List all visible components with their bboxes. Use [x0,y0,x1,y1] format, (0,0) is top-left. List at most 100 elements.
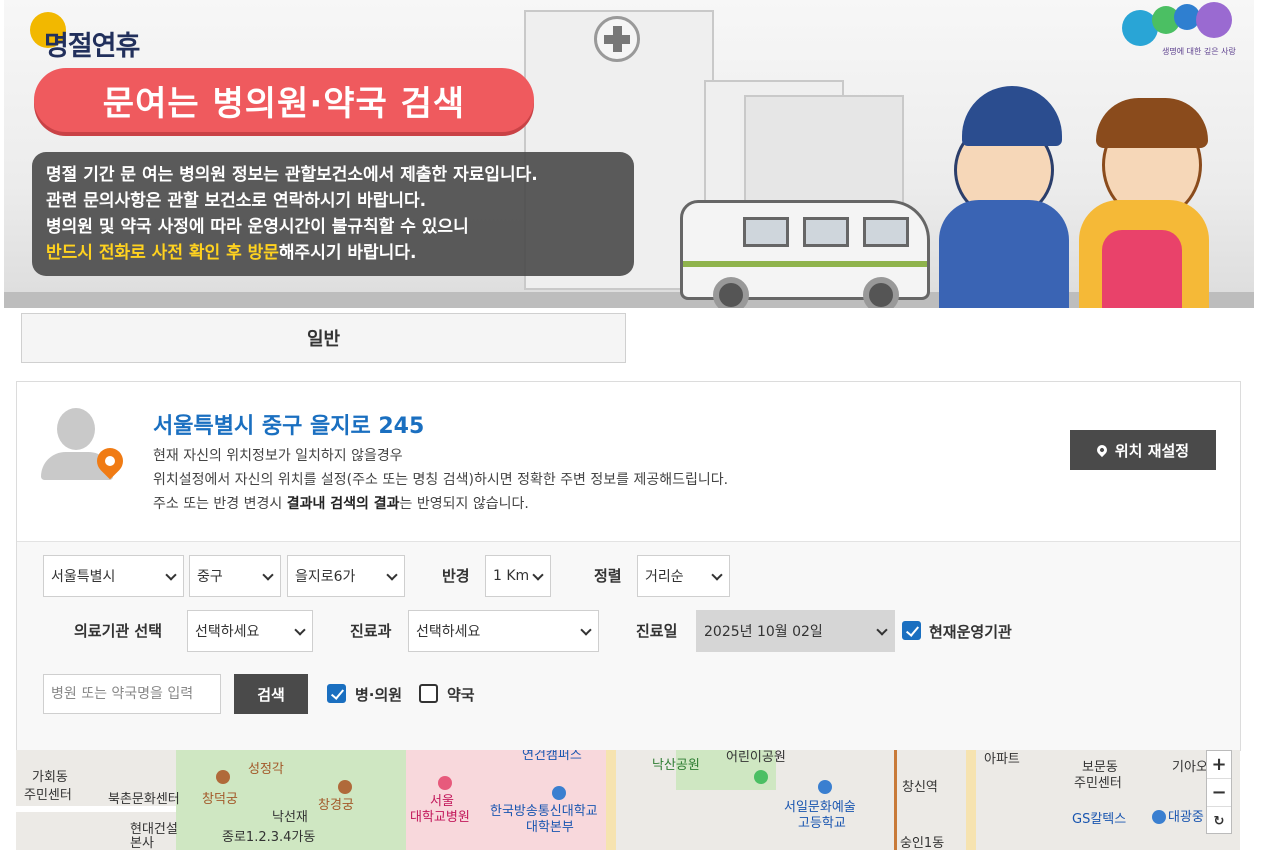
road [966,750,976,850]
district-select-value: 중구 [197,569,223,585]
map-label: 대학본부 [526,820,574,835]
character-girl-skirt-illustration [1102,230,1182,308]
subway-line [894,750,897,850]
dong-select-value: 을지로6가 [295,569,356,585]
institution-select[interactable]: 선택하세요 [187,610,313,652]
egen-logo: 생명에 대한 깊은 사랑 [1122,2,1240,58]
location-info: 서울특별시 중구 을지로 245 현재 자신의 위치정보가 일치하지 않을경우 … [17,382,1240,542]
hospital-cross-icon [594,16,640,62]
map-label: 북촌문화센터 [108,792,180,807]
institution-label: 의료기관 선택 [74,622,163,640]
map-label: 숭인1동 [900,836,945,850]
map-refresh-button[interactable]: ↻ [1207,807,1231,835]
date-label: 진료일 [636,622,678,640]
hospital-checkbox[interactable] [327,684,346,703]
banner: 명절연휴 문여는 병의원·약국 검색 명절 기간 문 여는 병의원 정보는 관할… [4,0,1254,308]
tab-general[interactable]: 일반 [21,313,626,363]
brand-logo: 명절연휴 [44,31,140,62]
map-label: 낙산공원 [652,758,700,773]
gas-station-marker-icon[interactable] [1152,810,1166,824]
palace-marker-icon[interactable] [216,770,230,784]
zoom-in-button[interactable]: + [1207,751,1231,779]
city-select-value: 서울특별시 [51,569,116,585]
school-marker-icon[interactable] [818,780,832,794]
map-label: GS칼텍스 [1072,812,1127,827]
map-label: 연건캠퍼스 [522,750,582,763]
chevron-down-icon [580,624,592,636]
chevron-down-icon [711,569,723,581]
map-pin-icon [1094,442,1109,458]
map-label: 한국방송통신대학교 [490,804,598,819]
map-label: 어린이공원 [726,750,786,765]
institution-select-value: 선택하세요 [195,624,260,640]
character-boy-body-illustration [939,200,1069,308]
notice-highlight: 반드시 전화로 사전 확인 후 방문 [46,243,279,263]
open-now-checkbox[interactable] [902,621,921,640]
chevron-down-icon [386,569,398,581]
hospital-marker-icon[interactable] [438,776,452,790]
reset-location-button[interactable]: 위치 재설정 [1070,430,1216,470]
character-girl-hair-illustration [1096,98,1208,148]
search-input[interactable] [43,674,221,714]
city-select[interactable]: 서울특별시 [43,555,184,597]
notice-line: 명절 기간 문 여는 병의원 정보는 관할보건소에서 제출한 자료입니다. [46,165,538,185]
sort-select[interactable]: 거리순 [637,555,730,597]
sort-label: 정렬 [594,567,622,585]
filter-area: 서울특별시 중구 을지로6가 반경 1 Km 정렬 거리순 의료기관 선택 선택… [17,542,1240,750]
current-address: 서울특별시 중구 을지로 245 [153,414,425,439]
map-label: 서일문화예술 [784,800,856,815]
desc-text: 는 반영되지 않습니다. [399,496,529,512]
map-label: 낙선재 [272,810,308,825]
hospital-label: 병·의원 [355,686,403,704]
date-select-value: 2025년 10월 02일 [704,624,823,640]
search-panel: 서울특별시 중구 을지로 245 현재 자신의 위치정보가 일치하지 않을경우 … [16,381,1241,751]
chevron-down-icon [532,569,544,581]
palace-marker-icon[interactable] [338,780,352,794]
banner-notice: 명절 기간 문 여는 병의원 정보는 관할보건소에서 제출한 자료입니다. 관련… [32,152,634,276]
radius-select-value: 1 Km [493,568,530,584]
location-desc-line: 주소 또는 반경 변경시 결과내 검색의 결과는 반영되지 않습니다. [153,492,728,516]
banner-title-text: 문여는 병의원·약국 검색 [102,83,466,124]
sort-select-value: 거리순 [645,569,684,585]
zoom-out-button[interactable]: − [1207,779,1231,807]
park-marker-icon[interactable] [754,770,768,784]
radius-label: 반경 [442,567,470,585]
school-marker-icon[interactable] [552,786,566,800]
map-view[interactable]: 연건캠퍼스 낙산공원 어린이공원 아파트 보문동 기아오토 가회동 주민센터 북… [16,750,1240,850]
map-label: 창경궁 [318,798,354,813]
map-label: 주민센터 [24,788,72,803]
department-select-value: 선택하세요 [416,624,481,640]
map-label: 종로1.2.3.4가동 [222,830,316,845]
location-desc-line: 위치설정에서 자신의 위치를 설정(주소 또는 명칭 검색)하시면 정확한 주변… [153,472,729,488]
chevron-down-icon [294,624,306,636]
pharmacy-checkbox[interactable] [419,684,438,703]
department-select[interactable]: 선택하세요 [408,610,599,652]
location-desc-line: 현재 자신의 위치정보가 일치하지 않을경우 [153,448,403,464]
dong-select[interactable]: 을지로6가 [287,555,405,597]
notice-line: 관련 문의사항은 관할 보건소로 연락하시기 바랍니다. [46,191,427,211]
map-label: 아파트 [984,752,1020,767]
map-label: 대학교병원 [410,810,470,825]
notice-line: 반드시 전화로 사전 확인 후 방문해주시기 바랍니다. [46,240,620,266]
road [606,750,616,850]
radius-select[interactable]: 1 Km [485,555,551,597]
map-label: 성정각 [248,762,284,777]
open-now-label: 현재운영기관 [929,623,1012,641]
map-label: 본사 [130,836,154,850]
map-label: 주민센터 [1074,776,1122,791]
banner-title: 문여는 병의원·약국 검색 [34,68,534,132]
ambulance-illustration [680,200,930,308]
desc-text: 주소 또는 반경 변경시 [153,496,287,512]
chevron-down-icon [876,624,888,636]
map-label: 고등학교 [798,816,846,831]
map-label: 창신역 [902,780,938,795]
chevron-down-icon [165,569,177,581]
search-button[interactable]: 검색 [234,674,308,714]
map-label: 서울 [430,794,454,809]
district-select[interactable]: 중구 [189,555,281,597]
egen-tagline: 생명에 대한 깊은 사랑 [1162,47,1236,56]
date-select[interactable]: 2025년 10월 02일 [696,610,895,652]
map-label: 대광중 [1168,810,1204,825]
map-label: 보문동 [1082,760,1118,775]
reset-location-label: 위치 재설정 [1114,441,1190,460]
